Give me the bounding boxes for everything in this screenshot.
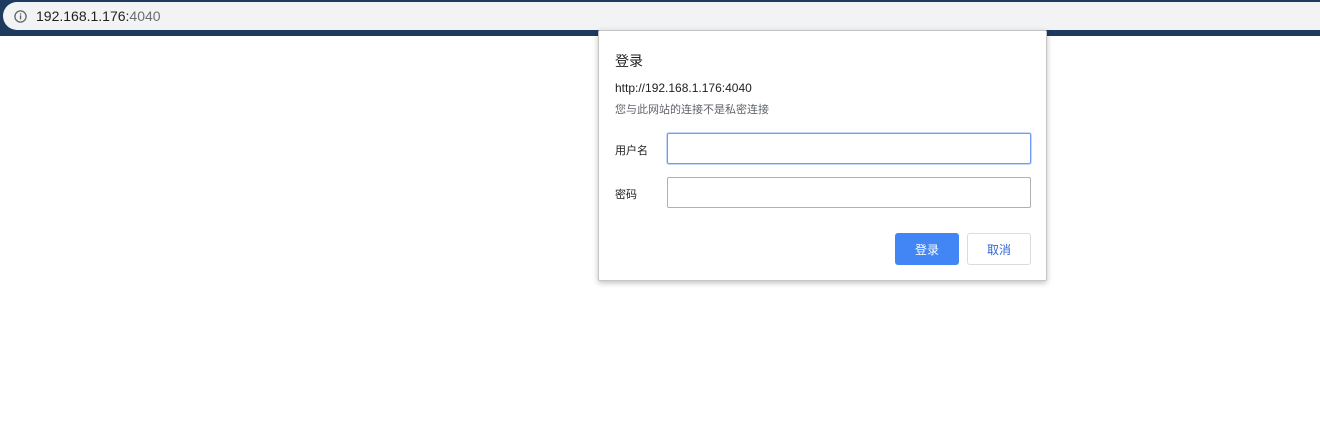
info-icon[interactable] — [14, 9, 27, 23]
username-label: 用户名 — [615, 144, 648, 157]
dialog-origin: http://192.168.1.176:4040 — [615, 81, 752, 95]
address-bar[interactable]: 192.168.1.176:4040 — [3, 2, 1320, 30]
connection-warning: 您与此网站的连接不是私密连接 — [615, 103, 769, 116]
username-input[interactable] — [667, 133, 1031, 164]
url-host: 192.168.1.176: — [36, 8, 130, 24]
login-button[interactable]: 登录 — [895, 233, 959, 265]
password-label: 密码 — [615, 188, 637, 201]
login-dialog: 登录 http://192.168.1.176:4040 您与此网站的连接不是私… — [598, 30, 1047, 281]
url-text[interactable]: 192.168.1.176:4040 — [36, 8, 161, 24]
url-port: 4040 — [129, 8, 161, 24]
cancel-button[interactable]: 取消 — [967, 233, 1031, 265]
dialog-title: 登录 — [615, 54, 643, 70]
password-input[interactable] — [667, 177, 1031, 208]
